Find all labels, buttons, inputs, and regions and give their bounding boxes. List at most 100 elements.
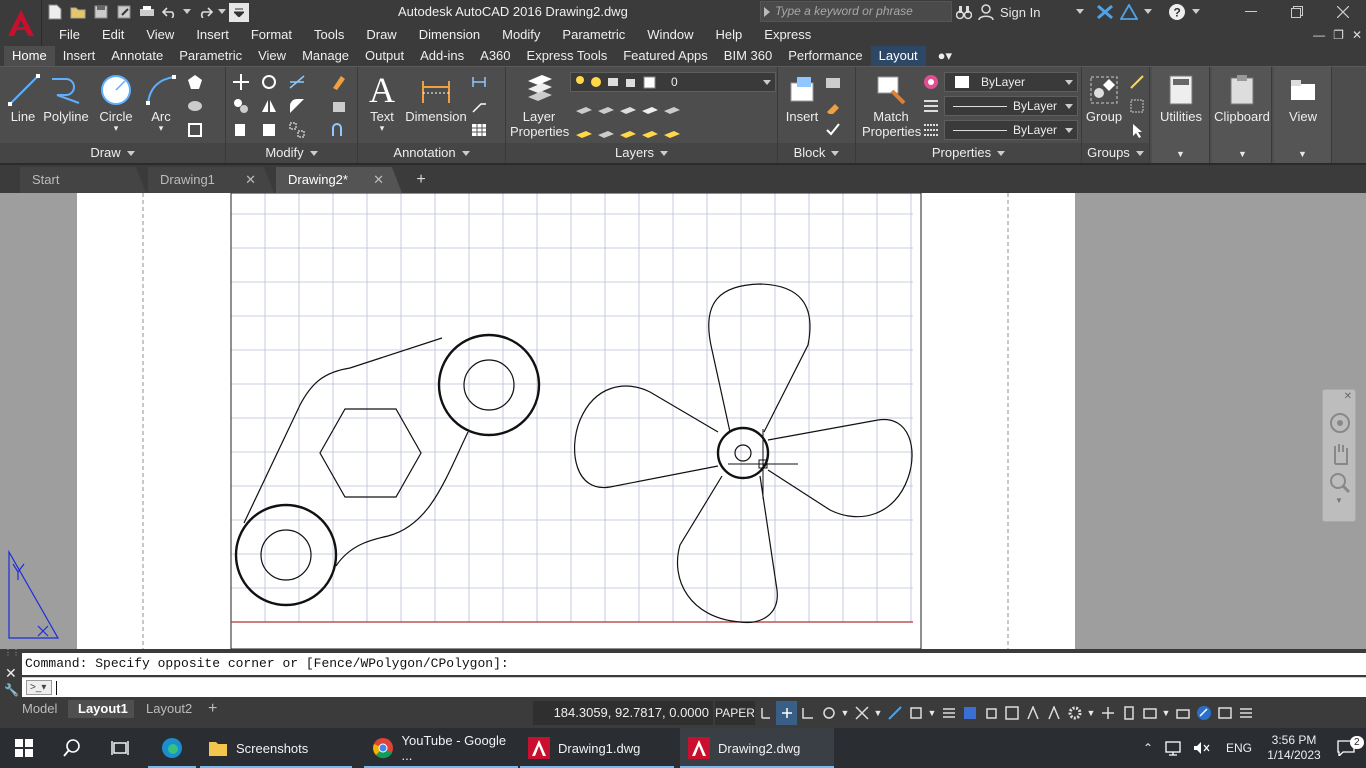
layer-tools-row1-icons[interactable] <box>574 99 694 115</box>
pan-hand-icon[interactable] <box>1329 442 1351 466</box>
block-panel-title[interactable]: Block <box>778 143 855 163</box>
linetype-icon[interactable] <box>922 97 940 115</box>
menu-draw[interactable]: Draw <box>355 24 407 46</box>
tab-model[interactable]: Model <box>12 700 67 718</box>
menu-edit[interactable]: Edit <box>91 24 135 46</box>
isodraft-icon[interactable] <box>851 701 872 725</box>
tab-output[interactable]: Output <box>357 46 412 66</box>
new-icon[interactable] <box>44 3 65 22</box>
taskbar-app-youtube[interactable]: YouTube - Google ... <box>364 728 518 768</box>
redo-icon[interactable] <box>194 3 215 22</box>
tab-performance[interactable]: Performance <box>780 46 870 66</box>
edge-taskbar-button[interactable] <box>148 728 196 768</box>
menu-format[interactable]: Format <box>240 24 303 46</box>
edit-block-icon[interactable] <box>824 97 842 115</box>
undo-icon[interactable] <box>159 3 180 22</box>
trim-icon[interactable] <box>288 73 306 91</box>
lineweight-display-icon[interactable] <box>938 701 959 725</box>
add-layout-plus-icon[interactable]: + <box>198 700 227 718</box>
help-icon[interactable]: ? <box>1168 3 1186 21</box>
mirror-icon[interactable] <box>260 97 278 115</box>
taskbar-app-drawing1[interactable]: Drawing1.dwg <box>520 728 674 768</box>
color-dropdown[interactable]: ByLayer <box>944 72 1078 92</box>
utilities-expand-icon[interactable]: ▼ <box>1176 149 1185 159</box>
linetype-dropdown[interactable]: ByLayer <box>944 96 1078 116</box>
circle-button[interactable]: Circle ▾ <box>94 71 138 133</box>
zoom-dropdown-icon[interactable]: ▼ <box>1335 496 1343 505</box>
array-icon[interactable] <box>288 121 306 139</box>
text-button[interactable]: A Text ▾ <box>362 70 402 133</box>
annotation-panel-title[interactable]: Annotation <box>358 143 505 163</box>
tab-layout[interactable]: Layout <box>870 46 926 66</box>
table-icon[interactable] <box>470 121 488 139</box>
annotation-monitor-icon[interactable] <box>1097 701 1118 725</box>
command-customize-icon[interactable]: 🔧 <box>4 683 19 697</box>
offset-icon[interactable] <box>330 121 348 139</box>
osnap-dropdown-icon[interactable]: ▼ <box>926 701 938 725</box>
polar-tracking-icon[interactable] <box>818 701 839 725</box>
units-icon[interactable] <box>1118 701 1139 725</box>
dimension-button[interactable]: Dimension <box>402 71 470 124</box>
tab-express-tools[interactable]: Express Tools <box>519 46 616 66</box>
layer-tools-row2-icons[interactable] <box>574 123 694 139</box>
close-icon[interactable]: ✕ <box>373 167 384 193</box>
binoculars-icon[interactable] <box>956 4 972 20</box>
view-expand-icon[interactable]: ▼ <box>1298 149 1307 159</box>
new-tab-plus-icon[interactable]: + <box>410 170 432 190</box>
view-button[interactable]: View <box>1274 71 1332 124</box>
restore-button[interactable] <box>1274 0 1320 24</box>
explode-icon[interactable] <box>330 97 348 115</box>
utilities-panel[interactable]: Utilities ▼ <box>1152 67 1210 163</box>
ungroup-icon[interactable] <box>1128 73 1146 91</box>
modify-panel-title[interactable]: Modify <box>226 143 357 163</box>
erase-icon[interactable] <box>330 73 348 91</box>
tab-bim-360[interactable]: BIM 360 <box>716 46 780 66</box>
tab-home[interactable]: Home <box>4 46 55 66</box>
notification-center-button[interactable]: 2 <box>1326 736 1366 756</box>
menu-express[interactable]: Express <box>753 24 822 46</box>
taskbar-app-screenshots[interactable]: Screenshots <box>200 728 352 768</box>
group-selection-icon[interactable] <box>1128 121 1146 139</box>
ribbon-options-icon[interactable]: ●▾ <box>926 46 964 66</box>
tab-add-ins[interactable]: Add-ins <box>412 46 472 66</box>
close-button[interactable] <box>1320 0 1366 24</box>
start-button[interactable] <box>0 728 48 768</box>
linear-dim-icon[interactable] <box>470 73 488 91</box>
region-icon[interactable] <box>186 121 204 139</box>
layers-panel-title[interactable]: Layers <box>506 143 777 163</box>
draw-panel-title[interactable]: Draw <box>0 143 225 163</box>
volume-muted-icon[interactable] <box>1192 740 1212 756</box>
lineweight-dropdown[interactable]: ByLayer <box>944 120 1078 140</box>
transparency-icon[interactable] <box>959 701 980 725</box>
edit-attributes-icon[interactable] <box>824 121 842 139</box>
coordinate-readout[interactable]: 184.3059, 92.7817, 0.0000 <box>533 701 713 725</box>
clock[interactable]: 3:56 PM 1/14/2023 <box>1262 733 1326 763</box>
command-close-icon[interactable]: ✕ <box>5 665 17 682</box>
navbar-close-icon[interactable]: ✕ <box>1344 391 1352 402</box>
doc-tab-drawing1[interactable]: Drawing1 ✕ <box>148 167 274 193</box>
tab-layout2[interactable]: Layout2 <box>136 700 202 718</box>
undo-dropdown-icon[interactable] <box>182 3 192 22</box>
view-panel[interactable]: View ▼ <box>1274 67 1332 163</box>
quick-properties-dropdown-icon[interactable]: ▼ <box>1160 701 1172 725</box>
save-icon[interactable] <box>90 3 111 22</box>
clean-screen-icon[interactable] <box>1214 701 1235 725</box>
search-input[interactable]: Type a keyword or phrase <box>760 1 952 22</box>
a360-dropdown-icon[interactable] <box>1144 9 1152 15</box>
polygon-icon[interactable] <box>186 73 204 91</box>
clipboard-expand-icon[interactable]: ▼ <box>1238 149 1247 159</box>
selection-cycling-icon[interactable] <box>980 701 1001 725</box>
clipboard-panel[interactable]: Clipboard ▼ <box>1212 67 1272 163</box>
customize-qat-icon[interactable] <box>229 2 249 22</box>
menu-modify[interactable]: Modify <box>491 24 551 46</box>
group-edit-icon[interactable] <box>1128 97 1146 115</box>
object-snap-tracking-icon[interactable] <box>884 701 905 725</box>
tab-view[interactable]: View <box>250 46 294 66</box>
language-indicator[interactable]: ENG <box>1226 741 1252 755</box>
close-icon[interactable]: ✕ <box>245 167 256 193</box>
drawing-canvas[interactable]: ✕ ▼ <box>0 193 1366 649</box>
grid-toggle-icon[interactable] <box>776 701 797 725</box>
menu-window[interactable]: Window <box>636 24 704 46</box>
doc-close-icon[interactable]: ✕ <box>1352 28 1362 42</box>
menu-tools[interactable]: Tools <box>303 24 355 46</box>
